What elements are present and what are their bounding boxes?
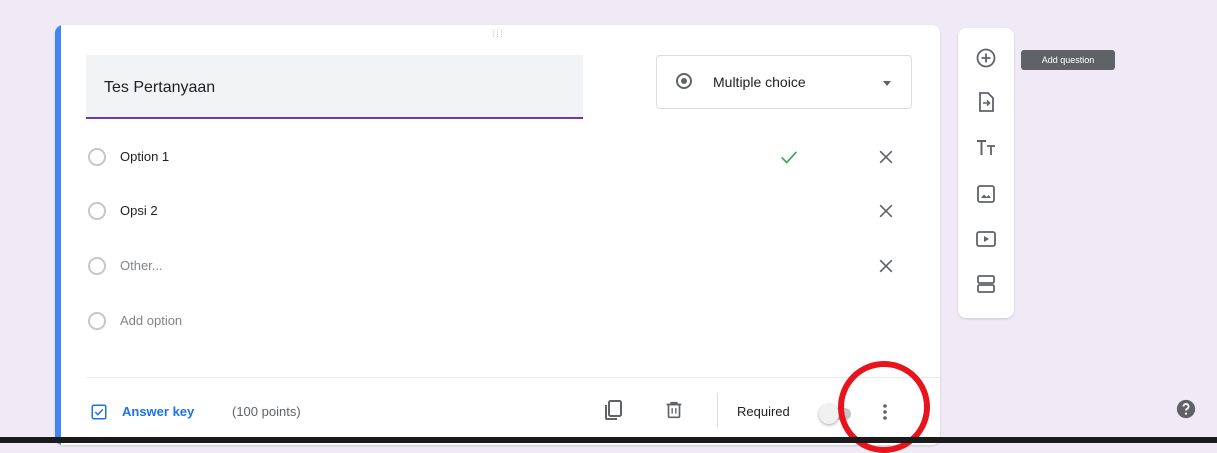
option-radio-icon bbox=[88, 202, 106, 220]
bottom-edge-bar bbox=[0, 437, 1217, 443]
add-image-icon[interactable] bbox=[974, 182, 998, 206]
option-label[interactable]: Option 1 bbox=[120, 149, 169, 164]
option-radio-icon bbox=[88, 148, 106, 166]
points-label: (100 points) bbox=[232, 404, 301, 419]
option-label[interactable]: Other... bbox=[120, 258, 163, 273]
help-icon[interactable] bbox=[1175, 398, 1197, 420]
add-option-row[interactable]: Add option bbox=[88, 306, 898, 336]
other-option-row[interactable]: Other... bbox=[88, 251, 898, 281]
option-row[interactable]: Option 1 bbox=[88, 142, 898, 172]
drag-handle-icon[interactable]: ⁞⁞⁞ bbox=[488, 29, 508, 41]
option-label[interactable]: Opsi 2 bbox=[120, 203, 158, 218]
option-radio-icon bbox=[88, 312, 106, 330]
question-title-field[interactable]: Tes Pertanyaan bbox=[86, 55, 583, 119]
question-type-dropdown[interactable]: Multiple choice bbox=[656, 55, 912, 109]
question-title-text: Tes Pertanyaan bbox=[104, 79, 216, 96]
floating-toolbar bbox=[958, 28, 1014, 318]
radio-button-icon bbox=[676, 73, 692, 89]
remove-option-icon[interactable] bbox=[876, 256, 896, 276]
required-label: Required bbox=[737, 404, 790, 419]
duplicate-icon[interactable] bbox=[601, 398, 625, 422]
card-accent-bar bbox=[55, 25, 61, 445]
dropdown-caret-icon bbox=[883, 81, 891, 86]
question-card[interactable]: ⁞⁞⁞ Tes Pertanyaan Multiple choice Optio… bbox=[55, 25, 940, 445]
add-option-label[interactable]: Add option bbox=[120, 313, 182, 328]
add-section-icon[interactable] bbox=[974, 272, 998, 296]
answer-key-checkbox-icon bbox=[91, 404, 107, 420]
add-title-icon[interactable] bbox=[974, 136, 998, 160]
question-type-label: Multiple choice bbox=[713, 74, 806, 90]
footer-separator bbox=[717, 393, 718, 427]
toggle-knob bbox=[819, 404, 839, 424]
option-radio-icon bbox=[88, 257, 106, 275]
add-question-tooltip: Add question bbox=[1021, 50, 1115, 70]
remove-option-icon[interactable] bbox=[876, 201, 896, 221]
correct-answer-check-icon bbox=[781, 151, 797, 164]
footer-divider bbox=[86, 377, 940, 378]
remove-option-icon[interactable] bbox=[876, 147, 896, 167]
option-row[interactable]: Opsi 2 bbox=[88, 196, 898, 226]
add-question-icon[interactable] bbox=[974, 46, 998, 70]
import-questions-icon[interactable] bbox=[974, 90, 998, 114]
add-video-icon[interactable] bbox=[974, 227, 998, 251]
delete-icon[interactable] bbox=[663, 399, 685, 421]
answer-key-label: Answer key bbox=[122, 404, 195, 419]
